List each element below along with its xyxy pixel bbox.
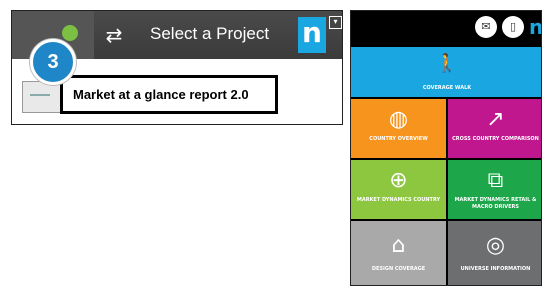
tile-coverage-walk[interactable]: 🚶 COVERAGE WALK <box>351 47 541 97</box>
tile-label: COVERAGE WALK <box>422 85 472 91</box>
puzzle-icon: ⧉ <box>487 168 504 193</box>
tile-label: MARKET DYNAMICS COUNTRY <box>356 197 441 203</box>
project-list-item[interactable]: Market at a glance report 2.0 <box>60 75 278 114</box>
project-selector-panel: ⇄ Select a Project n ▾ Market at a glanc… <box>11 10 343 125</box>
tile-universe-information[interactable]: ◎ UNIVERSE INFORMATION <box>448 221 541 285</box>
building-check-icon: ⌂ <box>391 233 406 258</box>
tile-label: UNIVERSE INFORMATION <box>460 266 531 272</box>
walker-icon: 🚶 <box>435 53 459 74</box>
tile-menu-header: ✉ ▯ n <box>351 11 541 47</box>
target-icon: ◎ <box>485 233 506 258</box>
document-icon[interactable]: ▯ <box>502 16 524 38</box>
tile-market-dynamics-country[interactable]: ⊕ MARKET DYNAMICS COUNTRY <box>351 160 446 219</box>
mail-icon[interactable]: ✉ <box>475 16 497 38</box>
brand-logo: n <box>529 15 542 39</box>
window-menu-icon[interactable]: ▾ <box>329 16 342 29</box>
brand-logo: n <box>298 17 326 53</box>
project-document-icon <box>22 81 64 113</box>
refresh-icon[interactable]: ⇄ <box>94 11 134 59</box>
tile-menu-panel: ✉ ▯ n 🚶 COVERAGE WALK ◍ COUNTRY OVERVIEW… <box>350 10 542 286</box>
tile-label: MARKET DYNAMICS RETAIL & MACRO DRIVERS <box>454 197 537 210</box>
globe-icon: ◍ <box>388 107 409 132</box>
status-dot-icon <box>62 25 78 41</box>
tile-label: DESIGN COVERAGE <box>371 266 426 272</box>
page-title: Select a Project <box>150 24 270 43</box>
tile-label: COUNTRY OVERVIEW <box>369 136 428 142</box>
tile-country-overview[interactable]: ◍ COUNTRY OVERVIEW <box>351 99 446 158</box>
line-chart-icon: ↗ <box>486 107 505 132</box>
tile-design-coverage[interactable]: ⌂ DESIGN COVERAGE <box>351 221 446 285</box>
tile-market-dynamics-retail-macro[interactable]: ⧉ MARKET DYNAMICS RETAIL & MACRO DRIVERS <box>448 160 541 219</box>
tile-label: CROSS COUNTRY COMPARISON <box>452 136 539 142</box>
globe-arrows-icon: ⊕ <box>389 168 408 193</box>
tile-cross-country-comparison[interactable]: ↗ CROSS COUNTRY COMPARISON <box>448 99 541 158</box>
step-number-badge: 3 <box>30 39 76 85</box>
